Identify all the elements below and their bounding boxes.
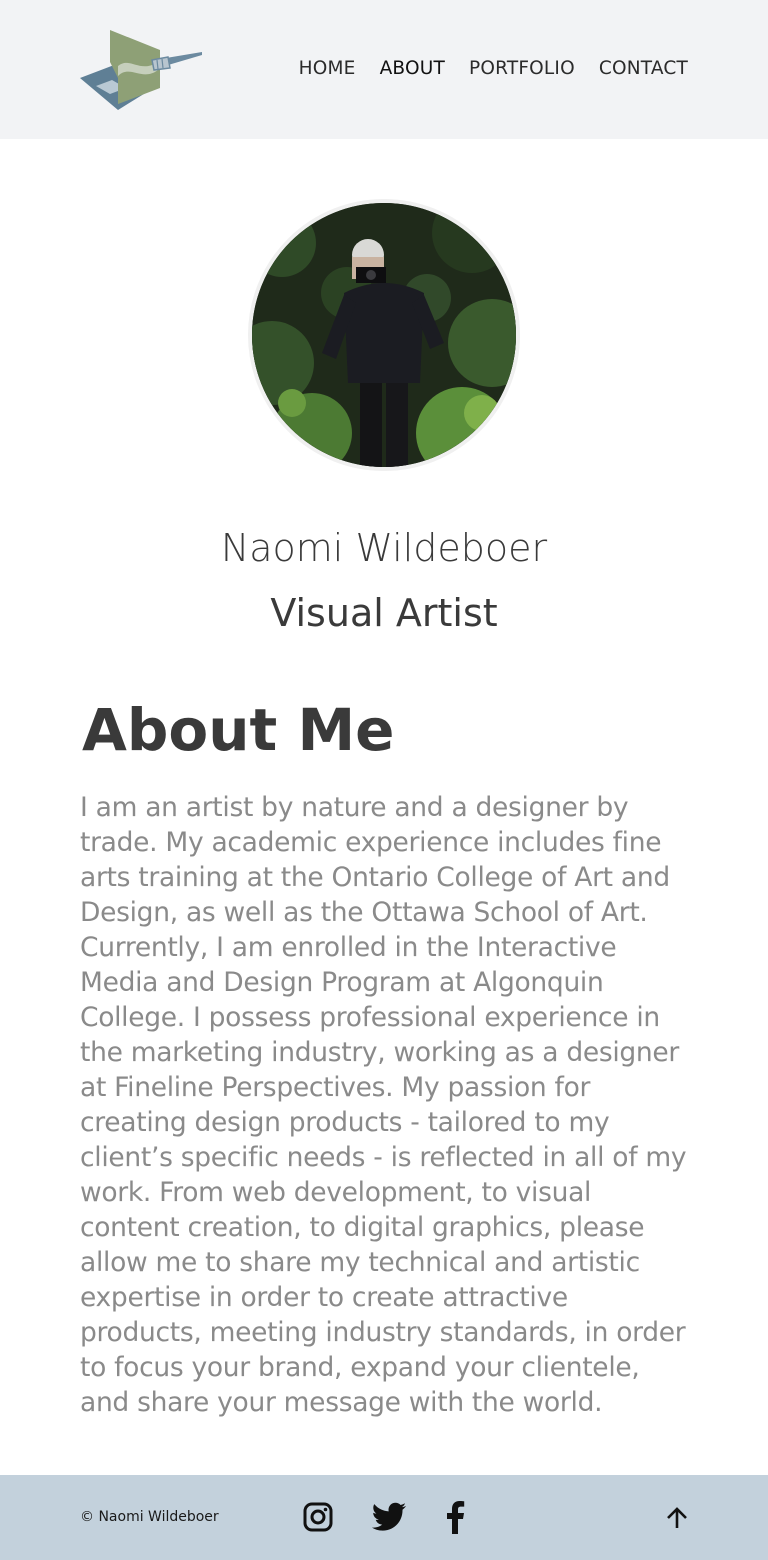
- nav-portfolio[interactable]: PORTFOLIO: [469, 56, 575, 82]
- arrow-up-icon: [667, 1507, 687, 1528]
- nav-home[interactable]: HOME: [299, 56, 356, 82]
- about-paragraph: I am an artist by nature and a designer …: [80, 792, 687, 1418]
- about-heading: About Me: [82, 696, 395, 764]
- profile-photo: [248, 199, 520, 471]
- instagram-link[interactable]: [300, 1499, 336, 1535]
- about-page: Naomi Wildeboer Visual Artist About Me I…: [0, 139, 768, 1475]
- artist-name: Naomi Wildeboer: [220, 526, 548, 570]
- copyright-text: © Naomi Wildeboer: [80, 1509, 219, 1525]
- facebook-icon: [447, 1501, 465, 1534]
- nav-about[interactable]: ABOUT: [380, 56, 445, 82]
- twitter-link[interactable]: [371, 1499, 407, 1535]
- twitter-icon: [371, 1502, 406, 1531]
- site-footer: © Naomi Wildeboer: [0, 1475, 768, 1560]
- main-nav: HOME ABOUT PORTFOLIO CONTACT: [299, 56, 688, 82]
- nav-contact[interactable]: CONTACT: [599, 56, 688, 82]
- back-to-top-button[interactable]: [660, 1501, 694, 1535]
- instagram-icon: [303, 1502, 333, 1532]
- facebook-link[interactable]: [437, 1499, 473, 1535]
- site-header: HOME ABOUT PORTFOLIO CONTACT: [0, 0, 768, 139]
- logo-link[interactable]: [78, 26, 204, 112]
- brush-and-canvas-logo: [80, 30, 202, 110]
- artist-role: Visual Artist: [270, 591, 498, 635]
